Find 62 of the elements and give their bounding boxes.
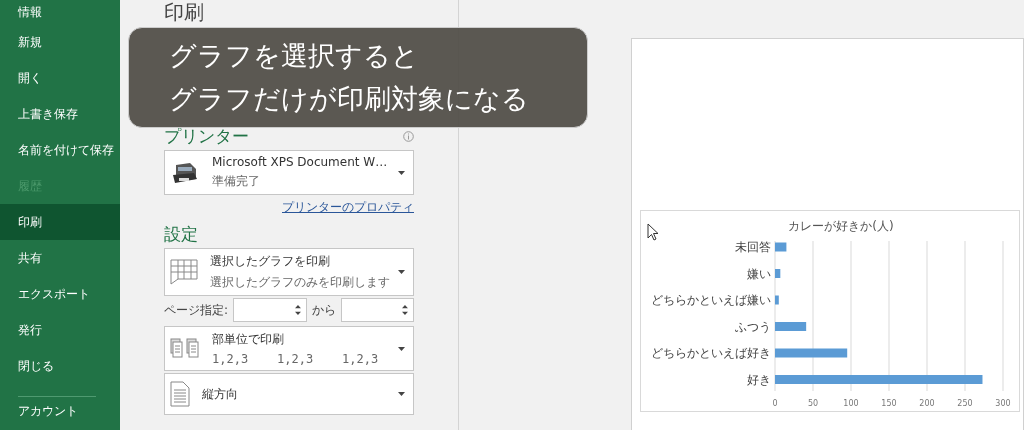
info-icon[interactable] (403, 130, 414, 142)
caption-text: グラフを選択すると (169, 39, 420, 73)
tick-label: 250 (957, 399, 973, 408)
printer-icon (170, 160, 200, 185)
printer-dropdown[interactable]: Microsoft XPS Document W… 準備完了 (164, 150, 414, 195)
bar (775, 322, 807, 331)
tick-label: 0 (772, 399, 778, 408)
cursor-icon (647, 223, 659, 241)
tick-label: 100 (843, 399, 859, 408)
bar (775, 269, 781, 278)
category-label: 嫌い (747, 266, 771, 281)
page-from-field[interactable] (233, 298, 307, 322)
menu-item[interactable]: アカウント (0, 399, 120, 423)
menu-item[interactable]: 新規 (0, 24, 120, 60)
menu-item[interactable]: 上書き保存 (0, 96, 120, 132)
caption-text: グラフだけが印刷対象になる (169, 82, 530, 116)
caret-icon (398, 392, 405, 396)
to-label: から (311, 301, 336, 319)
menu-item[interactable]: 共有 (0, 240, 120, 276)
print-range-dropdown[interactable]: 選択したグラフを印刷 選択したグラフのみを印刷します (164, 248, 414, 296)
grid-icon (170, 259, 198, 285)
category-label: どちらかといえば好き (651, 346, 771, 360)
collation-order: 1,2,3 1,2,3 1,2,3 (212, 352, 380, 366)
section-heading: 設定 (164, 223, 199, 246)
tick-label: 50 (807, 399, 819, 408)
tick-label: 150 (881, 399, 897, 408)
page-icon (170, 381, 190, 407)
menu-item[interactable]: エクスポート (0, 276, 120, 312)
category-label: 未回答 (735, 240, 771, 254)
orientation-dropdown[interactable]: 縦方向 (164, 373, 414, 415)
orientation-title: 縦方向 (202, 385, 239, 403)
category-label: どちらかといえば嫌い (651, 293, 771, 307)
documents-icon (170, 337, 200, 360)
tick-label: 300 (995, 399, 1011, 408)
caret-icon (398, 270, 405, 274)
bar (775, 295, 779, 305)
section-heading: プリンター (164, 125, 249, 148)
printer-properties-link[interactable]: プリンターのプロパティ (282, 199, 414, 216)
bar (775, 242, 787, 252)
category-label: ふつう (735, 319, 771, 334)
page-to-field[interactable] (340, 298, 414, 322)
menu-item[interactable]: 発行 (0, 312, 120, 348)
spinner-icon[interactable] (294, 303, 301, 317)
pages-label: ページ指定: (164, 301, 229, 319)
menu-item[interactable]: 閉じる (0, 348, 120, 384)
tick-label: 200 (919, 399, 935, 408)
collation-title: 部単位で印刷 (212, 331, 285, 348)
printer-name: Microsoft XPS Document W… (212, 155, 389, 169)
menu-item[interactable]: 印刷 (0, 204, 120, 240)
printer-status: 準備完了 (212, 173, 261, 190)
caret-icon (398, 170, 405, 175)
print-range-title: 選択したグラフを印刷 (210, 253, 331, 270)
menu-item[interactable]: 情報 (0, 0, 120, 24)
menu-item[interactable]: 名前を付けて保存 (0, 132, 120, 168)
spinner-icon[interactable] (402, 303, 408, 317)
chart-title: カレーが好きか(人) (788, 219, 894, 233)
collation-dropdown[interactable]: 部単位で印刷 1,2,3 1,2,3 1,2,3 (164, 326, 414, 371)
menu-item[interactable]: 開く (0, 60, 120, 96)
page-title: 印刷 (164, 0, 205, 24)
category-label: 好き (747, 372, 771, 387)
print-range-description: 選択したグラフのみを印刷します (210, 274, 391, 291)
caret-icon (398, 346, 405, 351)
